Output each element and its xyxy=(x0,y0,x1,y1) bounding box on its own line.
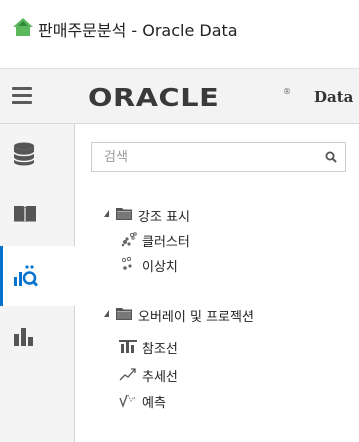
trend-line-icon xyxy=(119,368,136,381)
tree-folder-overlay[interactable]: 오버레이 및 프로젝션 xyxy=(98,303,353,325)
tree-item-label: 이상치 xyxy=(142,260,178,275)
oracle-logo: ORACLE xyxy=(88,83,220,112)
reference-line-icon xyxy=(119,340,137,353)
tree-item-reference-line[interactable]: 참조선 xyxy=(98,335,348,357)
tree-item-label: 예측 xyxy=(142,396,166,411)
left-nav-rail xyxy=(0,124,76,442)
oracle-house-icon xyxy=(13,18,33,36)
bar-chart-icon xyxy=(14,328,33,346)
tree-item-cluster[interactable]: 클러스터 xyxy=(98,228,348,250)
nav-item-visualizations[interactable] xyxy=(0,307,75,367)
cluster-icon xyxy=(121,232,137,247)
tree-item-trend-line[interactable]: 추세선 xyxy=(98,363,348,385)
tree-item-label: 참조선 xyxy=(142,342,178,357)
caret-expanded-icon[interactable] xyxy=(104,210,109,217)
tree-item-outlier[interactable]: 이상치 xyxy=(98,253,348,275)
nav-item-analytics[interactable] xyxy=(0,246,76,306)
app-toolbar: ORACLE ® Data xyxy=(0,68,359,124)
search-input[interactable] xyxy=(92,143,317,171)
search-icon[interactable] xyxy=(325,151,337,163)
tree-folder-label: 오버레이 및 프로젝션 xyxy=(138,310,254,325)
tree-folder-highlight[interactable]: 강조 표시 xyxy=(98,203,348,225)
folder-icon xyxy=(116,308,132,320)
search-box xyxy=(91,142,346,172)
folder-icon xyxy=(116,208,132,220)
database-icon xyxy=(13,142,35,166)
tree-folder-label: 강조 표시 xyxy=(138,210,190,225)
outlier-icon xyxy=(121,256,132,270)
window-titlebar: 판매주문분석 - Oracle Data xyxy=(0,0,359,68)
caret-expanded-icon[interactable] xyxy=(104,310,109,317)
forecast-icon xyxy=(119,394,137,408)
analytics-icon xyxy=(14,265,38,287)
nav-item-data[interactable] xyxy=(0,124,75,184)
book-icon xyxy=(14,206,36,224)
tree-item-label: 클러스터 xyxy=(142,235,190,250)
analytics-panel: 강조 표시 클러스터 이상치 오버레이 및 프로젝션 xyxy=(76,124,359,442)
hamburger-menu-icon[interactable] xyxy=(12,87,32,105)
tree-item-forecast[interactable]: 예측 xyxy=(98,389,348,411)
nav-item-narrate[interactable] xyxy=(0,185,75,245)
oracle-logo-mark: ® xyxy=(283,87,291,96)
product-name: Data xyxy=(314,88,354,106)
tree-item-label: 추세선 xyxy=(142,370,178,385)
window-title: 판매주문분석 - Oracle Data xyxy=(38,21,238,40)
